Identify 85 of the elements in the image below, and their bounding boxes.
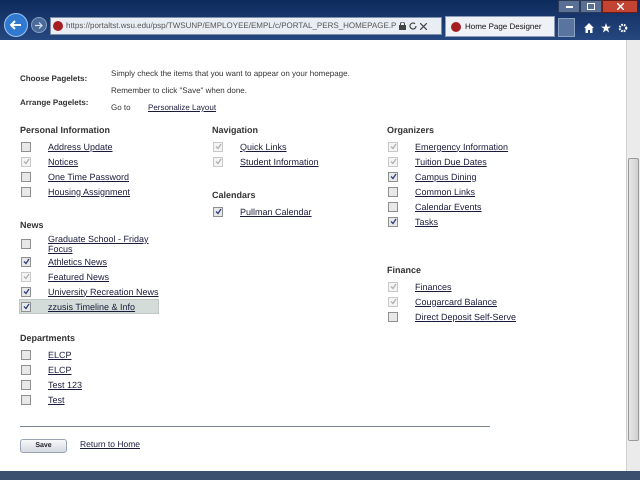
site-logo-icon [53,21,63,31]
lock-icon [399,22,406,30]
section-heading: News [20,219,45,232]
checkbox[interactable] [388,202,398,212]
checkbox[interactable] [21,394,31,404]
refresh-icon [409,22,418,30]
back-arrow-icon [10,20,22,30]
checkmark-icon [390,298,396,305]
address-bar[interactable]: https://portaltst.wsu.edu/psp/TWSUNP/EMPLOYEE/EMPL/c/PORTAL_PERS_HOMEPAGE.P [50,17,442,35]
checkmark-icon [22,303,30,310]
checkmark-icon [22,288,30,295]
pagelet-link[interactable]: Graduate School - Friday Focus [48,234,160,254]
pagelet-link[interactable]: Housing Assignment [48,186,160,196]
forward-arrow-icon [35,22,43,28]
pagelet-link[interactable]: Common Links [415,186,575,196]
pagelet-link[interactable]: ELCP [48,364,208,374]
pagelet-link[interactable]: Direct Deposit Self-Serve [415,312,575,322]
browser-tab[interactable]: Home Page Designer [445,16,555,37]
pagelet-link[interactable]: Campus Dining [415,172,575,182]
instruction-text: Go to [111,102,132,114]
minimize-button[interactable] [558,0,580,13]
section-heading: Finance [387,264,422,277]
pagelet-link[interactable]: Test [48,394,208,404]
checkmark-icon [214,143,222,150]
return-to-home-link[interactable]: Return to Home [80,438,140,451]
close-icon [616,3,624,10]
home-icon[interactable] [584,23,594,33]
checkbox[interactable] [21,350,31,360]
star-icon[interactable] [601,23,611,33]
checkbox[interactable] [21,302,31,312]
checkbox[interactable] [21,364,31,374]
checkbox[interactable] [388,216,398,226]
pagelet-link[interactable]: Test 123 [48,380,208,390]
scrollbar[interactable] [626,40,640,471]
checkbox[interactable] [21,142,31,152]
checkbox[interactable] [388,186,398,196]
personalize-layout-link[interactable]: Personalize Layout [148,102,216,114]
maximize-button[interactable] [580,0,602,13]
field-label: Choose Pagelets: [20,73,88,85]
section-heading: Departments [20,332,76,345]
url-text: https://portaltst.wsu.edu/psp/TWSUNP/EMPLOYEE/EMPL/c/PORTAL_PERS_HOMEPAGE.P [66,20,396,32]
checkmark-icon [390,218,396,225]
section-heading: Organizers [387,124,436,137]
back-button[interactable] [4,13,28,37]
checkmark-icon [390,283,396,290]
scrollbar-thumb[interactable] [628,158,639,441]
checkmark-icon [390,173,396,180]
pagelet-link[interactable]: zzusis Timeline & Info [48,302,158,312]
checkmark-icon [390,143,396,150]
pagelet-link[interactable]: One Time Password [48,172,160,182]
pagelet-link[interactable]: University Recreation News [48,286,160,296]
checkbox[interactable] [21,380,31,390]
pagelet-link[interactable]: Athletics News [48,256,160,266]
checkmark-icon [214,208,222,215]
instruction-text: Remember to click "Save" when done. [111,85,248,97]
instruction-text: Simply check the items that you want to appear on your homepage. [111,68,350,80]
checkbox[interactable] [21,186,31,196]
checkbox[interactable] [21,172,31,182]
checkmark-icon [390,158,396,165]
checkbox[interactable] [388,172,398,182]
new-tab-button[interactable] [558,18,575,37]
pagelet-link[interactable]: Tasks [415,216,575,226]
pagelet-link[interactable]: Calendar Events [415,202,575,212]
minimize-icon [566,6,572,8]
section-heading: Personal Information [20,124,112,137]
pagelet-link[interactable]: Pullman Calendar [240,206,387,216]
pagelet-link[interactable]: ELCP [48,350,208,360]
section-heading: Navigation [212,124,260,137]
checkbox[interactable] [388,312,398,322]
checkmark-icon [22,258,30,265]
site-logo-icon [451,22,461,32]
checkmark-icon [22,273,30,280]
checkmark-icon [214,158,222,165]
section-heading: Calendars [212,189,257,202]
checkbox[interactable] [21,239,31,249]
pagelet-link[interactable]: Address Update [48,142,160,152]
field-label: Arrange Pagelets: [20,97,90,109]
close-button[interactable] [602,0,638,13]
stop-icon [420,22,428,30]
checkbox[interactable] [21,286,31,296]
maximize-icon [587,3,595,10]
checkbox[interactable] [213,206,223,216]
checkbox[interactable] [21,256,31,266]
checkmark-icon [22,158,30,165]
forward-button[interactable] [31,17,47,33]
